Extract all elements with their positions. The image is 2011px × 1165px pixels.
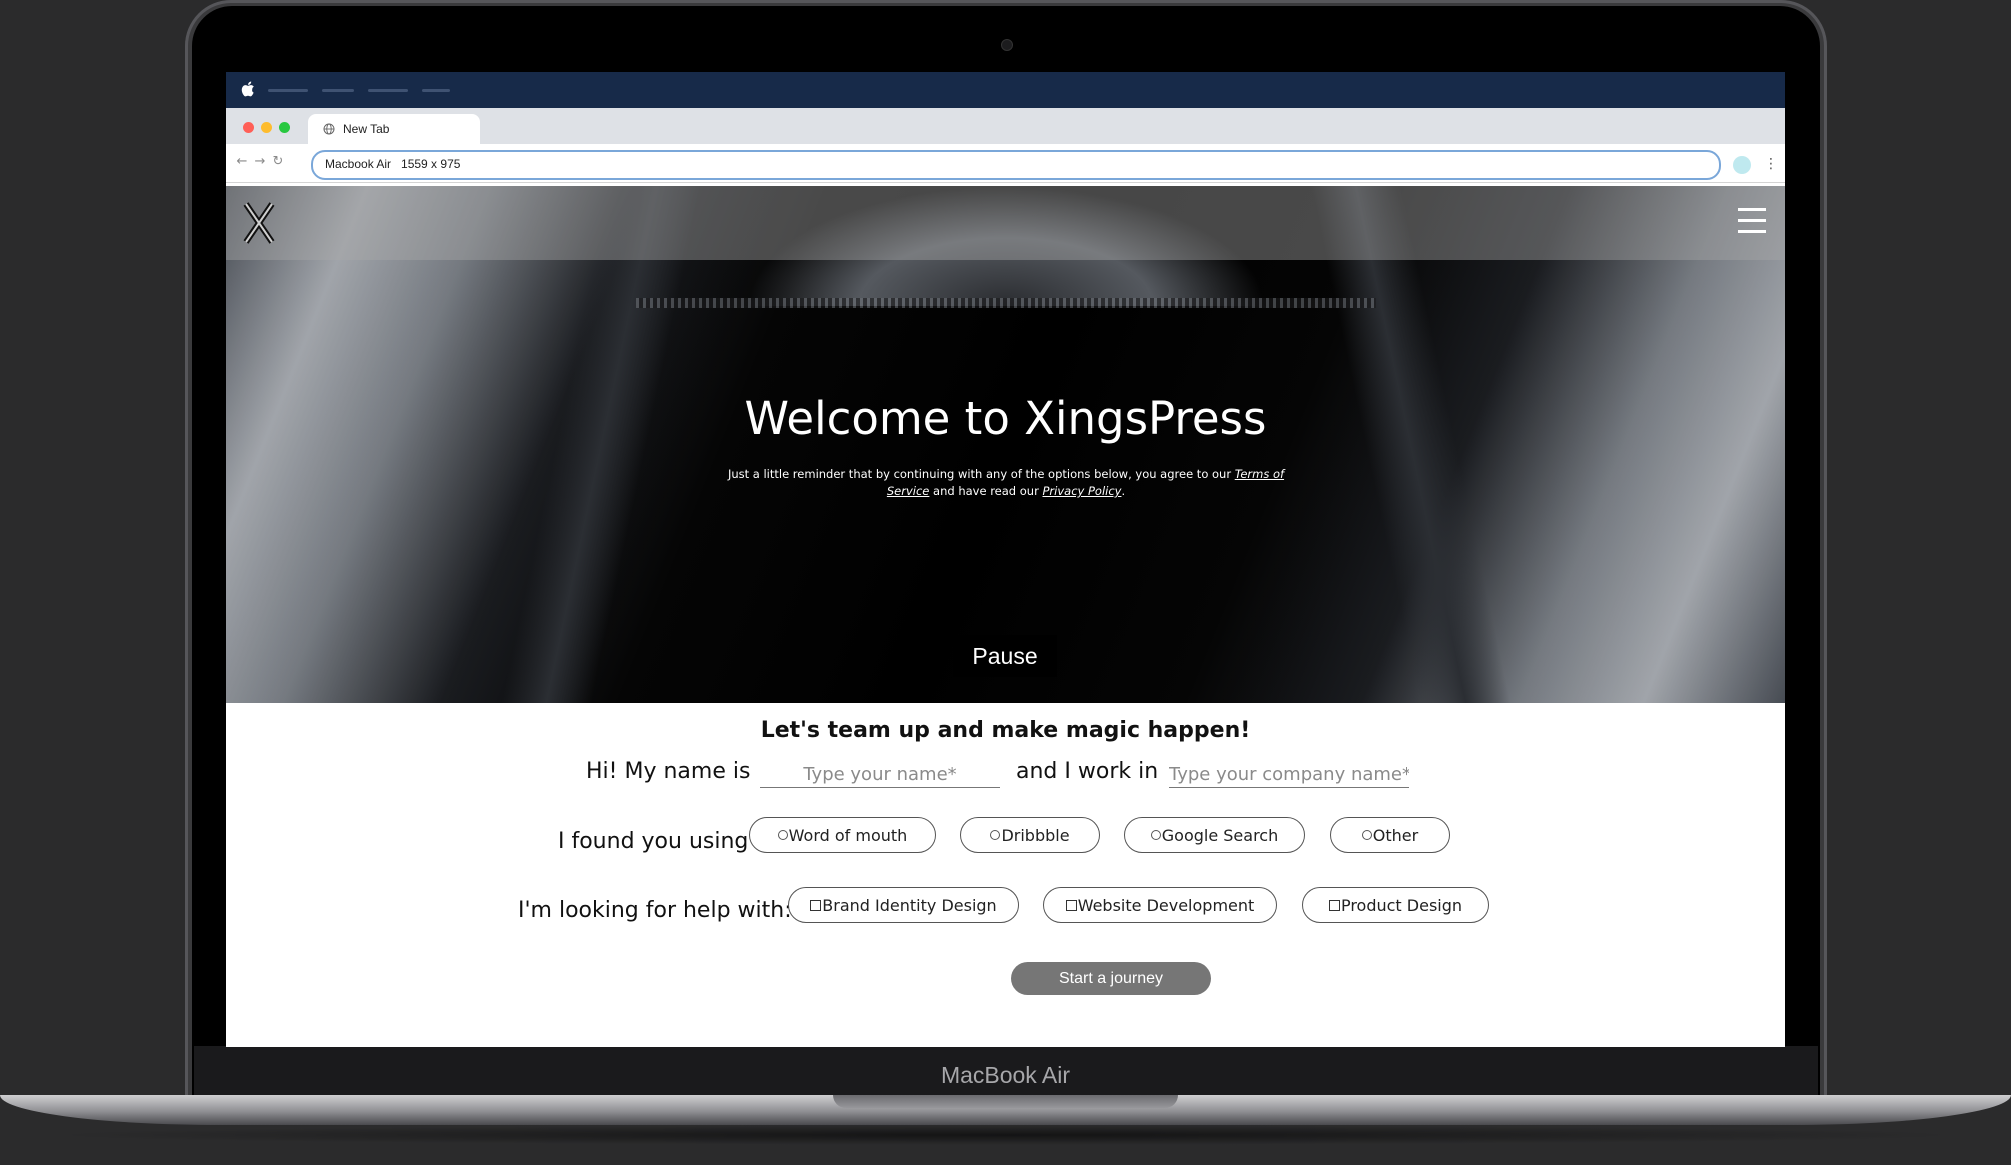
option-label: Word of mouth [788,825,908,845]
globe-icon [323,123,335,135]
checkbox-icon [1065,899,1077,911]
browser-tab[interactable]: New Tab [308,114,480,144]
forward-arrow-icon[interactable]: → [252,154,268,170]
address-text: Macbook Air 1559 x 975 [325,157,461,171]
menu-item-placeholder[interactable] [322,89,354,92]
address-bar[interactable]: Macbook Air 1559 x 975 [311,150,1721,180]
radio-icon [1150,830,1161,840]
form-heading: Let's team up and make magic happen! [760,718,1251,743]
name-input[interactable] [760,761,1000,788]
more-menu-icon[interactable]: ⋮ [1764,154,1778,174]
hamburger-icon[interactable] [1738,206,1766,236]
laptop-hinge-notch [833,1095,1178,1108]
apple-icon[interactable] [241,81,255,97]
site-logo[interactable]: X [242,200,276,246]
pause-video-button[interactable]: Pause [953,635,1057,677]
menu-item-placeholder[interactable] [268,89,308,92]
minimize-window-button[interactable] [261,122,272,133]
option-label: Other [1372,825,1419,845]
help-option-website-development[interactable]: Website Development [1043,887,1277,923]
company-input[interactable] [1169,761,1409,788]
radio-icon [777,830,788,840]
close-window-button[interactable] [243,122,254,133]
radio-icon [1361,830,1372,840]
source-option-other[interactable]: Other [1330,817,1450,853]
laptop-shadow [40,1125,1971,1145]
source-label: I found you using [558,829,749,854]
option-label: Website Development [1077,895,1255,915]
privacy-policy-link[interactable]: Privacy Policy [1042,484,1121,498]
hero-consent-note: Just a little reminder that by continuin… [716,466,1296,500]
consent-note-text: . [1121,484,1126,498]
option-label: Dribbble [1001,825,1070,845]
option-label: Google Search [1161,825,1279,845]
laptop-screen: New Tab ← → ↻ Macbook Air 1559 x 975 ⋮ X… [226,72,1785,1047]
help-option-brand-identity-design[interactable]: Brand Identity Design [788,887,1019,923]
source-option-dribbble[interactable]: Dribbble [960,817,1100,853]
source-option-google-search[interactable]: Google Search [1124,817,1305,853]
hero-background-escalator-edge [636,298,1376,308]
option-label: Product Design [1340,895,1463,915]
hero-section: X Welcome to XingsPress Just a little re… [226,186,1785,703]
tab-title: New Tab [343,122,390,136]
checkbox-icon [810,899,822,911]
mac-menu-bar [226,72,1785,108]
menu-item-placeholder[interactable] [422,89,450,92]
site-nav-bar: X [226,186,1785,260]
consent-note-text: Just a little reminder that by continuin… [727,467,1235,481]
laptop-model-label: MacBook Air [940,1062,1071,1088]
back-arrow-icon[interactable]: ← [234,154,250,170]
start-journey-button[interactable]: Start a journey [1011,962,1211,995]
consent-note-text: and have read our [929,484,1043,498]
profile-icon[interactable] [1733,156,1751,174]
help-label: I'm looking for help with: [518,898,792,923]
reload-icon[interactable]: ↻ [270,154,286,170]
help-option-product-design[interactable]: Product Design [1302,887,1489,923]
option-label: Brand Identity Design [822,895,997,915]
radio-icon [990,830,1001,840]
zoom-window-button[interactable] [279,122,290,133]
name-prefix-label: Hi! My name is [586,759,751,784]
checkbox-icon [1328,899,1340,911]
hero-title: Welcome to XingsPress [744,392,1267,445]
source-option-word-of-mouth[interactable]: Word of mouth [749,817,936,853]
company-prefix-label: and I work in [1016,759,1159,784]
menu-item-placeholder[interactable] [368,89,408,92]
camera-icon [1001,39,1013,51]
